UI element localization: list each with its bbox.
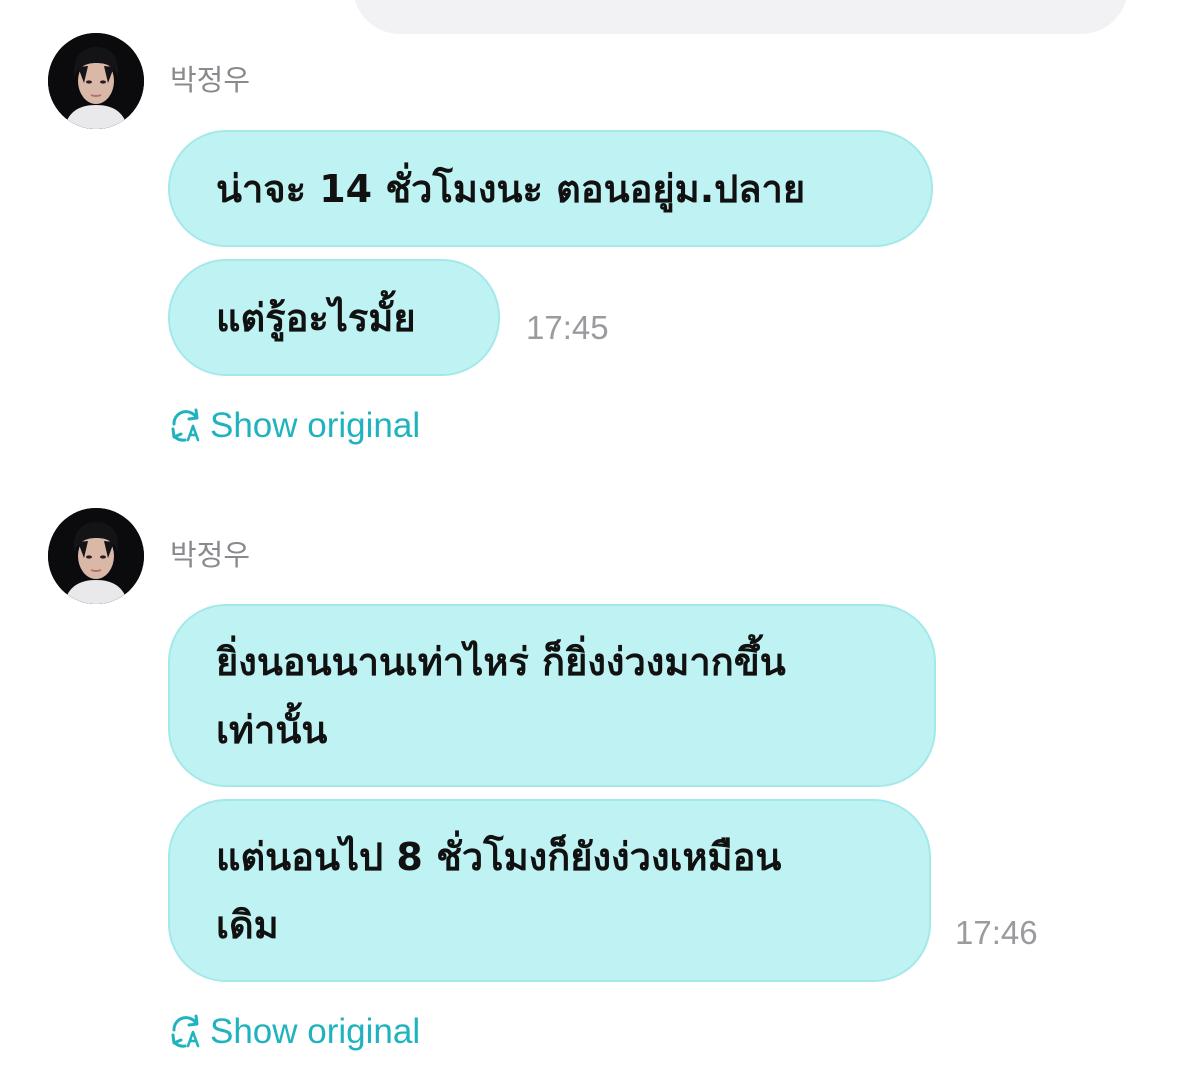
show-original-link[interactable]: Show original: [168, 1013, 420, 1049]
show-original-label: Show original: [210, 405, 421, 445]
message-text-line: เท่านั้น: [216, 708, 328, 752]
message-text: น่าจะ 14 ชั่วโมงนะ ตอนอยู่ม.ปลาย: [216, 166, 806, 211]
avatar-photo-icon: [48, 508, 144, 604]
message-text-line: แต่นอนไป 8 ชั่วโมงก็ยังง่วงเหมือน: [216, 835, 782, 879]
message-bubble[interactable]: แต่รู้อะไรมั้ย: [168, 259, 500, 376]
message-timestamp: 17:46: [955, 914, 1038, 951]
sender-name: 박정우: [170, 63, 251, 97]
message-text: แต่รู้อะไรมั้ย: [216, 295, 416, 340]
translate-refresh-icon: [171, 408, 200, 442]
translate-refresh-icon: [171, 1014, 200, 1048]
show-original-label: Show original: [210, 1011, 421, 1051]
message-bubble[interactable]: ยิ่งนอนนานเท่าไหร่ ก็ยิ่งง่วงมากขึ้น เท่…: [168, 604, 936, 787]
message-timestamp: 17:45: [526, 309, 609, 346]
message-text-line: ยิ่งนอนนานเท่าไหร่ ก็ยิ่งง่วงมากขึ้น: [216, 640, 786, 684]
sender-name: 박정우: [170, 538, 251, 572]
avatar-photo-icon: [48, 33, 144, 129]
sender-avatar[interactable]: [48, 33, 144, 129]
previous-message-bubble: [353, 0, 1128, 34]
sender-avatar[interactable]: [48, 508, 144, 604]
message-text-line: เดิม: [216, 903, 279, 947]
message-bubble[interactable]: แต่นอนไป 8 ชั่วโมงก็ยังง่วงเหมือน เดิม: [168, 799, 931, 982]
message-bubble[interactable]: น่าจะ 14 ชั่วโมงนะ ตอนอยู่ม.ปลาย: [168, 130, 933, 247]
show-original-link[interactable]: Show original: [168, 407, 420, 443]
